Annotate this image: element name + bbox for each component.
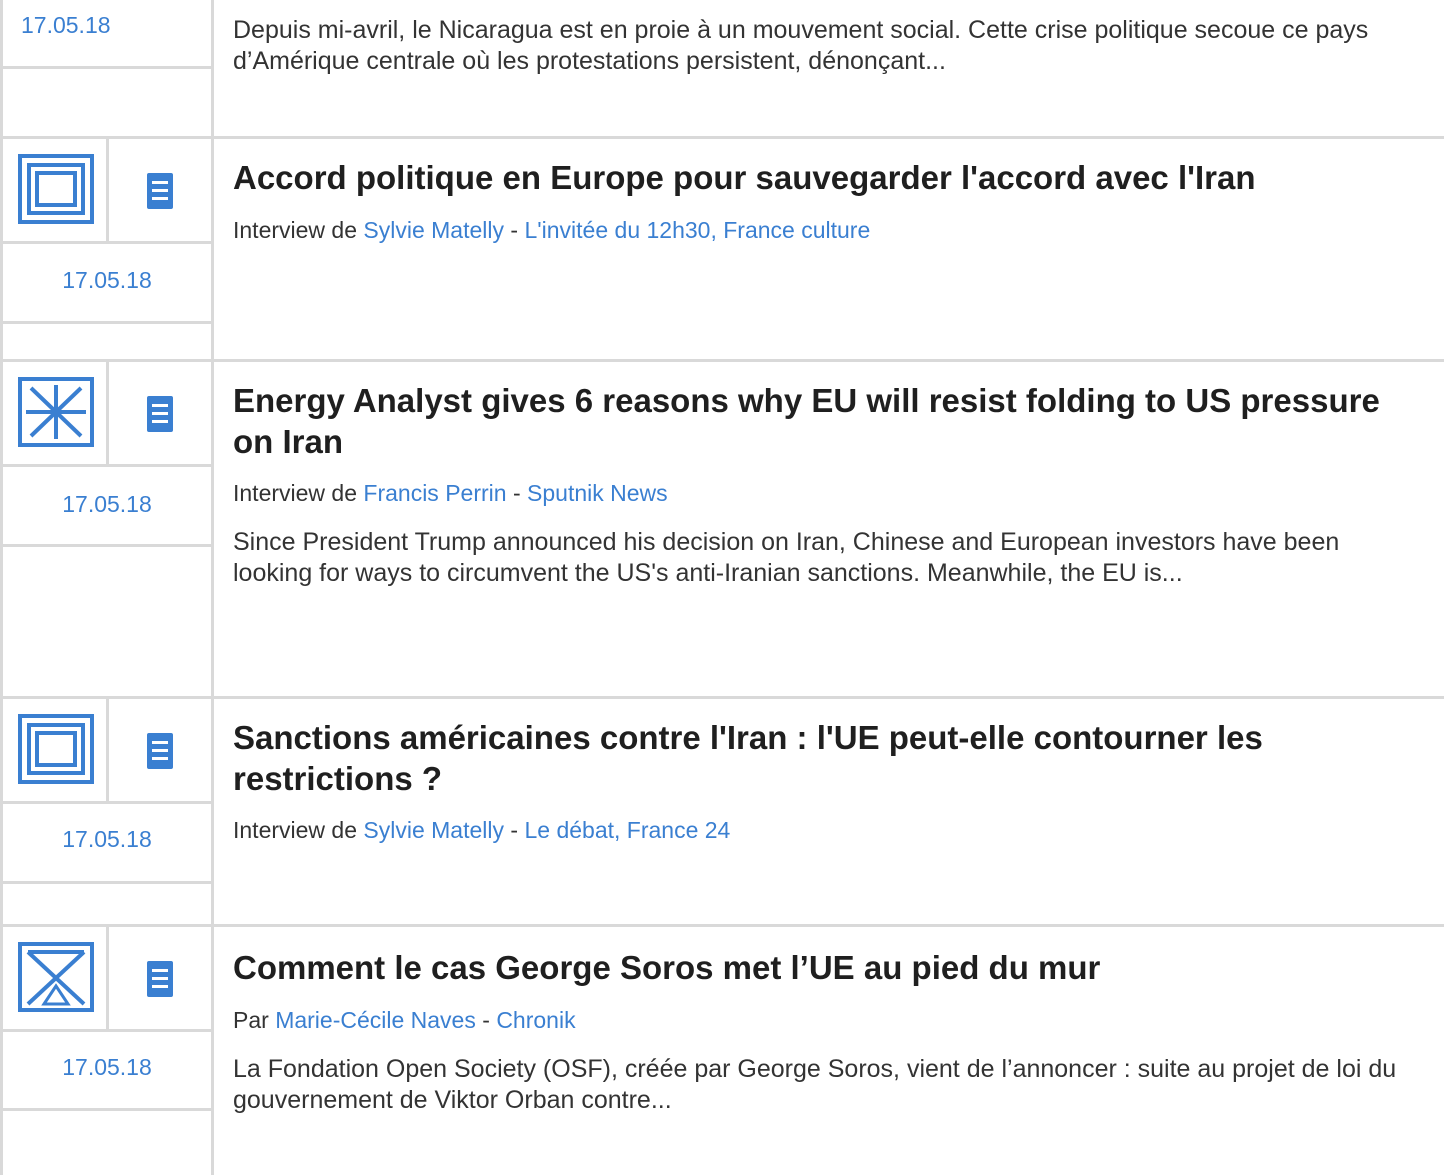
source-link[interactable]: Sputnik News xyxy=(527,480,668,506)
asterisk-icon xyxy=(18,377,94,447)
list-item: 17.05.18 Comment le cas George Soros met… xyxy=(3,927,1444,1175)
nested-squares-icon xyxy=(18,154,94,224)
author-link[interactable]: Sylvie Matelly xyxy=(363,817,504,843)
item-summary: La Fondation Open Society (OSF), créée p… xyxy=(233,1055,1397,1114)
item-date[interactable]: 17.05.18 xyxy=(3,267,211,294)
source-link[interactable]: Le débat, France 24 xyxy=(524,817,730,843)
divider xyxy=(3,321,211,324)
document-icon xyxy=(147,396,173,432)
byline-prefix: Par xyxy=(233,1007,269,1033)
item-icon-row xyxy=(3,362,211,467)
item-content: Energy Analyst gives 6 reasons why EU wi… xyxy=(233,380,1404,589)
document-icon xyxy=(147,173,173,209)
source-link[interactable]: L'invitée du 12h30, France culture xyxy=(524,217,870,243)
item-summary: Depuis mi-avril, le Nicaragua est en pro… xyxy=(233,16,1369,75)
item-meta-column: 17.05.18 xyxy=(3,139,214,359)
item-icon-row xyxy=(3,139,211,244)
list-item: 17.05.18 Depuis mi-avril, le Nicaragua e… xyxy=(3,0,1444,139)
byline-prefix: Interview de xyxy=(233,817,358,843)
item-byline: Interview de Sylvie Matelly - L'invitée … xyxy=(233,215,1404,245)
type-icon-box[interactable] xyxy=(3,362,109,464)
list-item: 17.05.18 Accord politique en Europe pour… xyxy=(3,139,1444,362)
item-date[interactable]: 17.05.18 xyxy=(3,1054,211,1081)
item-date[interactable]: 17.05.18 xyxy=(3,826,211,853)
author-link[interactable]: Francis Perrin xyxy=(363,480,506,506)
item-byline: Interview de Sylvie Matelly - Le débat, … xyxy=(233,815,1404,845)
item-meta-column: 17.05.18 xyxy=(3,362,214,696)
item-meta-column: 17.05.18 xyxy=(3,0,214,136)
item-content: Sanctions américaines contre l'Iran : l'… xyxy=(233,717,1404,845)
item-title[interactable]: Comment le cas George Soros met l’UE au … xyxy=(233,947,1404,988)
item-icon-row xyxy=(3,699,211,804)
item-meta-column: 17.05.18 xyxy=(3,927,214,1175)
item-byline: Par Marie-Cécile Naves - Chronik xyxy=(233,1005,1404,1035)
nested-squares-icon xyxy=(18,714,94,784)
author-link[interactable]: Sylvie Matelly xyxy=(363,217,504,243)
document-icon xyxy=(147,961,173,997)
item-byline: Interview de Francis Perrin - Sputnik Ne… xyxy=(233,478,1404,508)
type-icon-box[interactable] xyxy=(3,927,109,1029)
document-icon xyxy=(147,733,173,769)
divider xyxy=(3,66,211,69)
divider xyxy=(3,1108,211,1111)
list-item: 17.05.18 Energy Analyst gives 6 reasons … xyxy=(3,362,1444,699)
byline-separator: - xyxy=(510,817,519,843)
byline-separator: - xyxy=(510,217,519,243)
list-item: 17.05.18 Sanctions américaines contre l'… xyxy=(3,699,1444,927)
item-meta-column: 17.05.18 xyxy=(3,699,214,924)
item-content: Depuis mi-avril, le Nicaragua est en pro… xyxy=(233,15,1404,77)
item-title[interactable]: Accord politique en Europe pour sauvegar… xyxy=(233,157,1404,198)
byline-prefix: Interview de xyxy=(233,480,358,506)
byline-prefix: Interview de xyxy=(233,217,358,243)
hourglass-icon xyxy=(18,942,94,1012)
item-date[interactable]: 17.05.18 xyxy=(21,12,229,39)
article-list: 17.05.18 Depuis mi-avril, le Nicaragua e… xyxy=(0,0,1444,1175)
author-link[interactable]: Marie-Cécile Naves xyxy=(275,1007,476,1033)
item-title[interactable]: Sanctions américaines contre l'Iran : l'… xyxy=(233,717,1404,799)
source-link[interactable]: Chronik xyxy=(496,1007,575,1033)
divider xyxy=(3,544,211,547)
item-summary: Since President Trump announced his deci… xyxy=(233,528,1340,587)
item-date[interactable]: 17.05.18 xyxy=(3,491,211,518)
item-content: Comment le cas George Soros met l’UE au … xyxy=(233,947,1404,1116)
item-icon-row xyxy=(3,927,211,1032)
byline-separator: - xyxy=(482,1007,490,1033)
item-title[interactable]: Energy Analyst gives 6 reasons why EU wi… xyxy=(233,380,1404,462)
type-icon-box[interactable] xyxy=(3,139,109,241)
byline-separator: - xyxy=(512,480,521,506)
type-icon-box[interactable] xyxy=(3,699,109,801)
item-content: Accord politique en Europe pour sauvegar… xyxy=(233,157,1404,245)
divider xyxy=(3,881,211,884)
